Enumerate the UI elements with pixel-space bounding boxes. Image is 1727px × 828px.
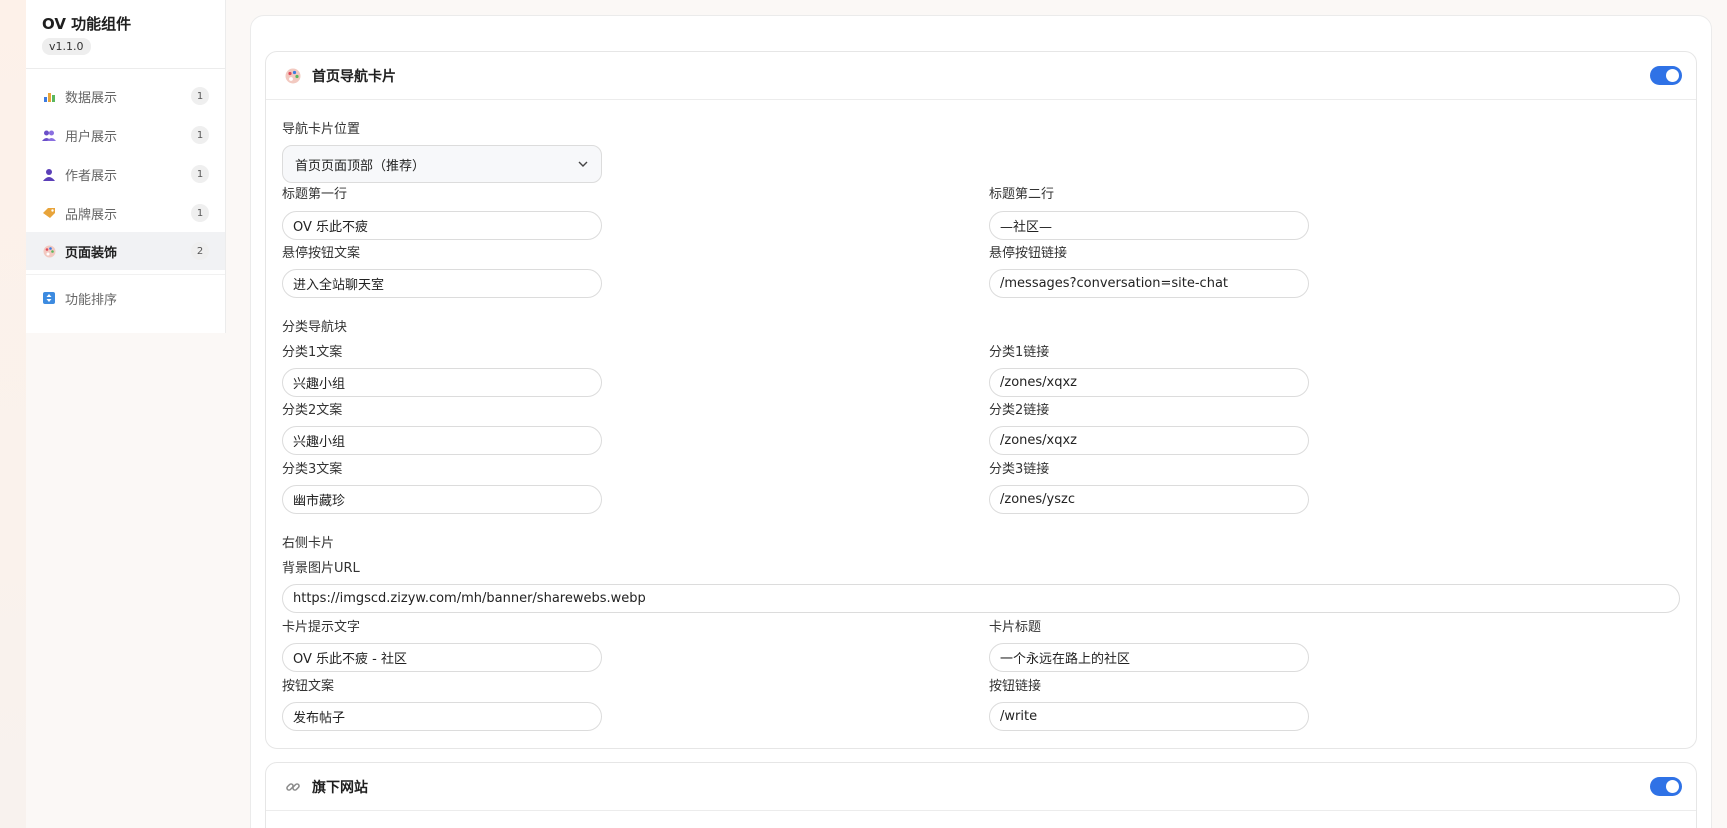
person-icon: [42, 167, 56, 181]
category-section-title: 分类导航块: [282, 320, 348, 335]
bg-url-label: 背景图片URL: [282, 561, 360, 576]
hover-btn-text-input[interactable]: 进入全站聊天室: [282, 269, 602, 298]
cat2-link-label: 分类2链接: [989, 403, 1050, 418]
count-badge: 1: [191, 126, 209, 144]
cat2-text-input[interactable]: 兴趣小组: [282, 426, 602, 455]
card-enable-toggle[interactable]: [1650, 66, 1682, 85]
chevron-down-icon: [577, 158, 589, 174]
bg-url-input[interactable]: https://imgscd.zizyw.com/mh/banner/share…: [282, 584, 1680, 613]
page-background-strip: [0, 0, 26, 828]
palette-icon: [42, 244, 56, 258]
cat3-text-label: 分类3文案: [282, 462, 343, 477]
bar-chart-icon: [42, 89, 56, 103]
card-header: 首页导航卡片: [266, 52, 1696, 100]
users-icon: [42, 128, 56, 142]
cat2-link-input[interactable]: /zones/xqxz: [989, 426, 1309, 455]
position-label: 导航卡片位置: [282, 122, 361, 137]
cat3-link-input[interactable]: /zones/yszc: [989, 485, 1309, 514]
cat3-text-input[interactable]: 幽市藏珍: [282, 485, 602, 514]
version-badge: v1.1.0: [42, 38, 91, 55]
count-badge: 2: [191, 242, 209, 260]
btn-text-label: 按钮文案: [282, 679, 335, 694]
sidebar-item-label: 作者展示: [65, 168, 118, 184]
sidebar-item-data-display[interactable]: 数据展示 1: [26, 77, 225, 115]
card-title: 旗下网站: [312, 779, 368, 796]
app-title: OV 功能组件: [42, 15, 132, 33]
card-header: 旗下网站: [266, 763, 1696, 811]
link-icon: [284, 778, 302, 796]
sidebar-item-label: 数据展示: [65, 90, 118, 106]
title-line1-label: 标题第一行: [282, 187, 348, 202]
title-line1-input[interactable]: OV 乐此不疲: [282, 211, 602, 240]
cat1-text-input[interactable]: 兴趣小组: [282, 368, 602, 397]
card-title: 首页导航卡片: [312, 68, 396, 85]
hover-btn-link-input[interactable]: /messages?conversation=site-chat: [989, 269, 1309, 298]
btn-link-input[interactable]: /write: [989, 702, 1309, 731]
toggle-knob: [1666, 69, 1679, 82]
hover-btn-link-label: 悬停按钮链接: [989, 246, 1068, 261]
sidebar-item-feature-sort[interactable]: 功能排序: [26, 279, 225, 317]
sites-card: 旗下网站: [265, 762, 1697, 828]
sidebar-divider: [26, 68, 225, 69]
card-title-label: 卡片标题: [989, 620, 1042, 635]
count-badge: 1: [191, 204, 209, 222]
card-hint-label: 卡片提示文字: [282, 620, 361, 635]
tag-icon: [42, 206, 56, 220]
sidebar-item-user-display[interactable]: 用户展示 1: [26, 116, 225, 154]
position-select[interactable]: 首页页面顶部（推荐）: [282, 145, 602, 183]
title-line2-label: 标题第二行: [989, 187, 1055, 202]
count-badge: 1: [191, 87, 209, 105]
sort-arrows-icon: [42, 291, 56, 305]
sidebar-item-label: 页面装饰: [65, 245, 118, 261]
title-line2-input[interactable]: —社区—: [989, 211, 1309, 240]
sidebar-item-author-display[interactable]: 作者展示 1: [26, 155, 225, 193]
cat1-link-label: 分类1链接: [989, 345, 1050, 360]
home-nav-card: 首页导航卡片 导航卡片位置 首页页面顶部（推荐） 标题第一行 OV 乐此不疲 标…: [265, 51, 1697, 749]
cat1-link-input[interactable]: /zones/xqxz: [989, 368, 1309, 397]
cat1-text-label: 分类1文案: [282, 345, 343, 360]
right-card-section-title: 右侧卡片: [282, 536, 335, 551]
sidebar-item-label: 品牌展示: [65, 207, 118, 223]
btn-text-input[interactable]: 发布帖子: [282, 702, 602, 731]
card-hint-input[interactable]: OV 乐此不疲 - 社区: [282, 643, 602, 672]
card-title-input[interactable]: 一个永远在路上的社区: [989, 643, 1309, 672]
sidebar-item-label: 用户展示: [65, 129, 118, 145]
btn-link-label: 按钮链接: [989, 679, 1042, 694]
cat2-text-label: 分类2文案: [282, 403, 343, 418]
palette-icon: [284, 67, 302, 85]
sidebar-item-brand-display[interactable]: 品牌展示 1: [26, 194, 225, 232]
count-badge: 1: [191, 165, 209, 183]
sidebar-divider: [26, 274, 225, 275]
card-enable-toggle[interactable]: [1650, 777, 1682, 796]
hover-btn-text-label: 悬停按钮文案: [282, 246, 361, 261]
sidebar: OV 功能组件 v1.1.0 数据展示 1 用户展示 1 作者展示 1 品牌展示…: [26, 0, 226, 333]
sidebar-item-label: 功能排序: [65, 292, 118, 308]
position-select-value: 首页页面顶部（推荐）: [295, 158, 426, 174]
cat3-link-label: 分类3链接: [989, 462, 1050, 477]
sidebar-item-page-decoration[interactable]: 页面装饰 2: [26, 232, 225, 270]
toggle-knob: [1666, 780, 1679, 793]
